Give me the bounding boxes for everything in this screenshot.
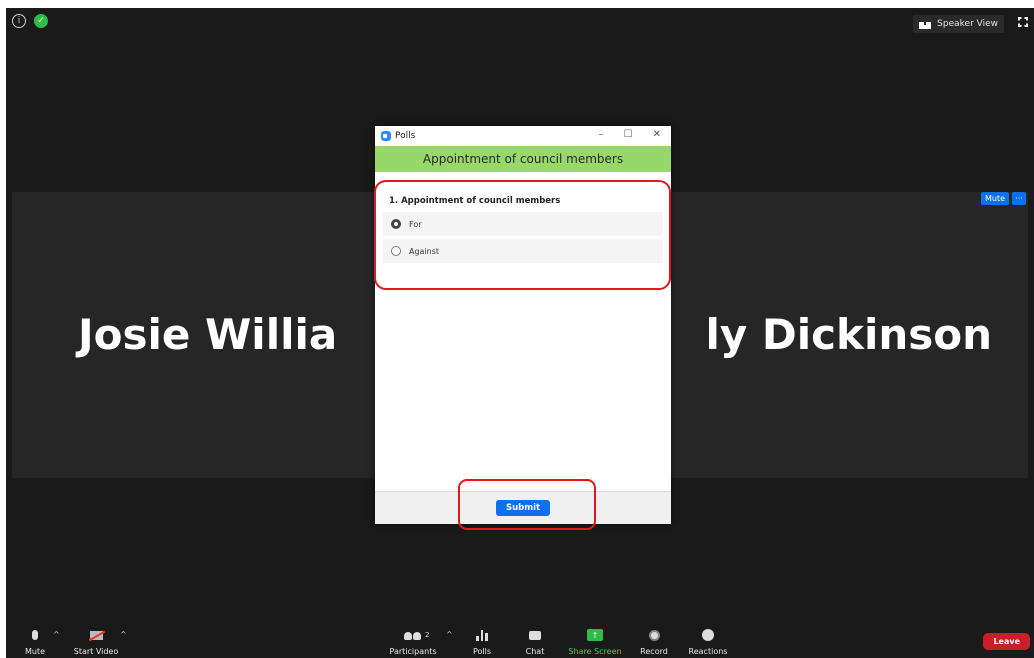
reactions-icon [702, 629, 714, 641]
fullscreen-icon[interactable] [1018, 17, 1028, 27]
close-icon[interactable]: ✕ [653, 129, 661, 140]
window-buttons: – ☐ ✕ [599, 129, 661, 140]
polls-titlebar: Polls – ☐ ✕ [375, 126, 671, 146]
share-screen-label: Share Screen [568, 647, 622, 656]
polls-button[interactable]: Polls [452, 628, 512, 656]
microphone-icon [32, 630, 38, 640]
chat-icon [529, 630, 541, 640]
zoom-logo-icon [381, 131, 391, 141]
polls-label: Polls [472, 647, 492, 656]
share-screen-icon: ↑ [587, 629, 603, 641]
speaker-view-label: Speaker View [937, 19, 998, 29]
speaker-view-icon [919, 19, 932, 29]
participant-name-left: Josie Willia [78, 310, 338, 359]
speaker-view-button[interactable]: Speaker View [913, 15, 1004, 33]
maximize-icon[interactable]: ☐ [624, 129, 633, 140]
record-label: Record [640, 647, 668, 656]
mute-label: Mute [24, 647, 46, 656]
start-video-label: Start Video [73, 647, 119, 656]
chat-button[interactable]: Chat [505, 628, 565, 656]
share-screen-button[interactable]: ↑ Share Screen [565, 628, 625, 656]
video-off-icon [89, 630, 103, 640]
polls-window-title: Polls [395, 131, 416, 141]
info-icon[interactable]: i [12, 14, 26, 28]
video-options-caret-icon[interactable]: ^ [120, 630, 127, 639]
tile-more-button[interactable]: ··· [1012, 192, 1026, 205]
question-highlight-outline [374, 180, 671, 290]
leave-button[interactable]: Leave [983, 633, 1030, 650]
security-shield-icon[interactable]: ✓ [34, 14, 48, 28]
submit-highlight-outline [458, 479, 596, 530]
poll-header: Appointment of council members [375, 146, 671, 172]
reactions-label: Reactions [688, 647, 728, 656]
record-button[interactable]: Record [624, 628, 684, 656]
polls-icon [476, 629, 489, 641]
start-video-button[interactable]: Start Video [66, 628, 126, 656]
participants-icon [404, 630, 422, 640]
participants-label: Participants [389, 647, 437, 656]
participant-name-right: ly Dickinson [705, 310, 992, 359]
tile-controls: Mute ··· [980, 192, 1026, 205]
chat-label: Chat [525, 647, 545, 656]
audio-options-caret-icon[interactable]: ^ [53, 630, 60, 639]
record-icon [648, 629, 660, 641]
topbar-left: i ✓ [12, 14, 48, 28]
minimize-icon[interactable]: – [599, 129, 604, 140]
participants-count: 2 [425, 631, 430, 639]
tile-mute-button[interactable]: Mute [980, 192, 1009, 205]
participants-button[interactable]: Participants [383, 628, 443, 656]
reactions-button[interactable]: Reactions [678, 628, 738, 656]
